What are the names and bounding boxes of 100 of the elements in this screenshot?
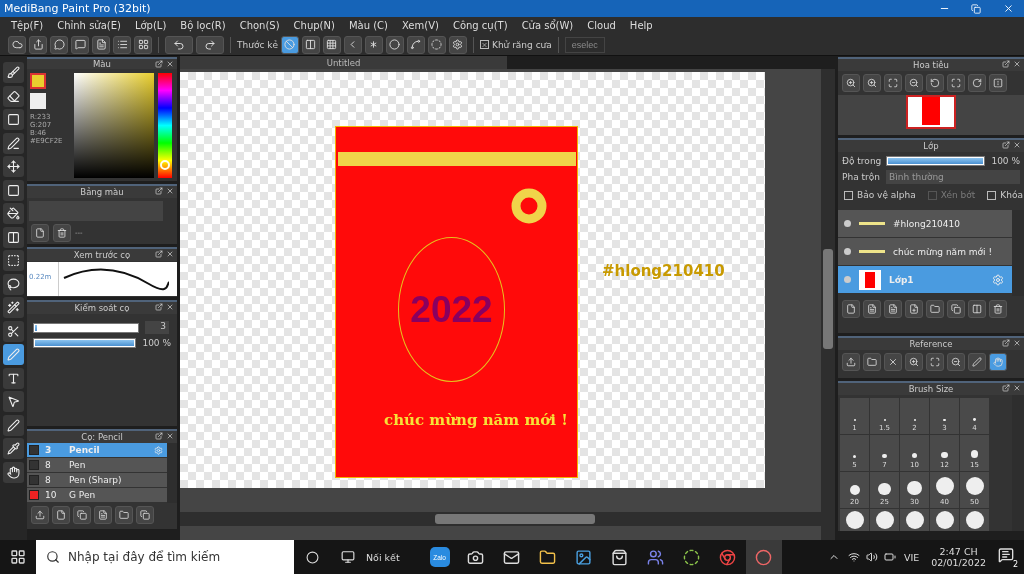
magic-wand-icon[interactable] xyxy=(3,297,24,318)
duplicate-icon[interactable] xyxy=(947,300,965,318)
vertical-scrollbar[interactable] xyxy=(821,69,835,540)
menu-item[interactable]: Cloud xyxy=(580,20,623,31)
document-tab[interactable]: Untitled xyxy=(180,56,507,69)
grid-icon[interactable] xyxy=(323,35,341,54)
layers-icon[interactable] xyxy=(136,506,154,524)
scroll-thumb[interactable] xyxy=(435,514,595,524)
eyedropper-icon[interactable] xyxy=(3,438,24,459)
taskbar-search-field[interactable]: Nhập tại đây để tìm kiếm xyxy=(36,540,294,574)
comment-icon[interactable] xyxy=(71,35,89,54)
share-icon[interactable] xyxy=(29,35,47,54)
layer-row[interactable]: #hlong210410 xyxy=(838,210,1012,238)
no-ruler-icon[interactable] xyxy=(281,35,299,54)
brush-list-item[interactable]: 8 Pen (Sharp) xyxy=(27,473,167,488)
brush-size-option[interactable] xyxy=(930,509,959,531)
grid-icon[interactable] xyxy=(134,35,152,54)
list-icon[interactable] xyxy=(113,35,131,54)
horizontal-scrollbar[interactable] xyxy=(180,512,821,526)
checkbox[interactable] xyxy=(844,190,853,200)
pen-icon[interactable] xyxy=(3,414,24,436)
redo-button[interactable] xyxy=(196,35,224,54)
zoom-in-icon[interactable] xyxy=(863,74,881,92)
menu-item[interactable]: Chọn(S) xyxy=(232,20,287,31)
menu-item[interactable]: Cửa sổ(W) xyxy=(514,20,581,31)
fit-icon[interactable] xyxy=(884,74,902,92)
folder-icon[interactable] xyxy=(115,506,133,524)
trash-icon[interactable] xyxy=(989,300,1007,318)
document-icon[interactable] xyxy=(863,300,881,318)
undock-icon[interactable] xyxy=(155,303,163,311)
menu-item[interactable]: Help xyxy=(622,20,660,31)
document-icon[interactable] xyxy=(884,300,902,318)
brush-size-option[interactable] xyxy=(870,509,899,531)
restore-icon[interactable] xyxy=(971,3,981,14)
menu-item[interactable]: Tệp(F) xyxy=(4,20,51,31)
fit-icon[interactable] xyxy=(926,353,944,371)
brush-size-option[interactable] xyxy=(840,509,869,531)
cloud-icon[interactable] xyxy=(8,35,26,54)
zoom-out-icon[interactable] xyxy=(947,353,965,371)
folder-icon[interactable] xyxy=(863,353,881,371)
rotate-left-icon[interactable] xyxy=(926,74,944,92)
undock-icon[interactable] xyxy=(155,432,163,440)
volume-icon[interactable] xyxy=(865,551,878,563)
menu-item[interactable]: Màu (C) xyxy=(341,20,395,31)
saturation-value-picker[interactable] xyxy=(74,73,154,178)
visibility-dot[interactable] xyxy=(844,220,851,227)
settings-icon[interactable] xyxy=(449,35,467,54)
menu-item[interactable]: Chụp(N) xyxy=(286,20,342,31)
redo-icon[interactable] xyxy=(204,38,216,51)
menu-item[interactable]: Công cụ(T) xyxy=(445,20,515,31)
brush-size-slider[interactable] xyxy=(33,322,139,333)
scissors-icon[interactable] xyxy=(3,320,24,342)
undock-icon[interactable] xyxy=(1002,384,1010,392)
brush-icon[interactable] xyxy=(3,62,24,83)
brush-size-option[interactable] xyxy=(960,509,989,531)
lasso-icon[interactable] xyxy=(3,273,24,295)
background-color-swatch[interactable] xyxy=(30,93,46,109)
folder-icon[interactable] xyxy=(926,300,944,318)
brush-list-item[interactable]: 10 G Pen xyxy=(27,488,167,503)
close-icon[interactable] xyxy=(884,353,902,371)
undock-icon[interactable] xyxy=(1002,141,1010,149)
wifi-icon[interactable] xyxy=(847,551,860,563)
curve-icon[interactable] xyxy=(407,35,425,54)
undock-icon[interactable] xyxy=(1002,339,1010,347)
rotate-right-icon[interactable] xyxy=(968,74,986,92)
paint-bucket-icon[interactable] xyxy=(3,203,24,224)
text-icon[interactable] xyxy=(3,367,24,389)
foreground-color-swatch[interactable] xyxy=(30,73,46,89)
new-file-icon[interactable] xyxy=(31,224,49,242)
brush-list-item[interactable]: 8 Pen xyxy=(27,458,167,473)
battery-icon[interactable] xyxy=(883,551,896,563)
menu-item[interactable]: Lớp(L) xyxy=(127,20,174,31)
trash-icon[interactable] xyxy=(53,224,71,242)
checkbox[interactable] xyxy=(987,190,997,200)
eraser-icon[interactable] xyxy=(3,85,24,107)
menu-item[interactable]: Xem(V) xyxy=(394,20,446,31)
new-layer-icon[interactable] xyxy=(842,300,860,318)
document-icon[interactable] xyxy=(94,506,112,524)
hand-icon[interactable] xyxy=(3,461,24,483)
document-icon[interactable] xyxy=(92,35,110,54)
layer-row[interactable]: chúc mừng năm mới ! xyxy=(838,238,1012,266)
blend-mode-dropdown[interactable]: Bình thường xyxy=(886,170,1020,184)
hue-slider-handle[interactable] xyxy=(160,160,170,170)
undock-icon[interactable] xyxy=(155,187,163,195)
speech-bubble-icon[interactable] xyxy=(50,35,68,54)
hue-spectrum[interactable] xyxy=(158,73,172,178)
close-icon[interactable] xyxy=(1002,3,1014,14)
connect-label[interactable]: Nối kết xyxy=(366,551,400,563)
undock-icon[interactable] xyxy=(155,250,163,258)
zoom-out-icon[interactable] xyxy=(905,74,923,92)
undo-icon[interactable] xyxy=(173,38,185,51)
language-indicator[interactable]: VIE xyxy=(903,551,920,563)
scroll-thumb[interactable] xyxy=(823,249,833,349)
pointer-icon[interactable] xyxy=(3,391,24,412)
upload-icon[interactable] xyxy=(842,353,860,371)
undock-icon[interactable] xyxy=(1002,60,1010,68)
antialias-checkbox[interactable] xyxy=(480,40,489,49)
undo-button[interactable] xyxy=(165,35,193,54)
brush-size-option[interactable] xyxy=(900,509,929,531)
dashed-square-icon[interactable] xyxy=(3,250,24,271)
